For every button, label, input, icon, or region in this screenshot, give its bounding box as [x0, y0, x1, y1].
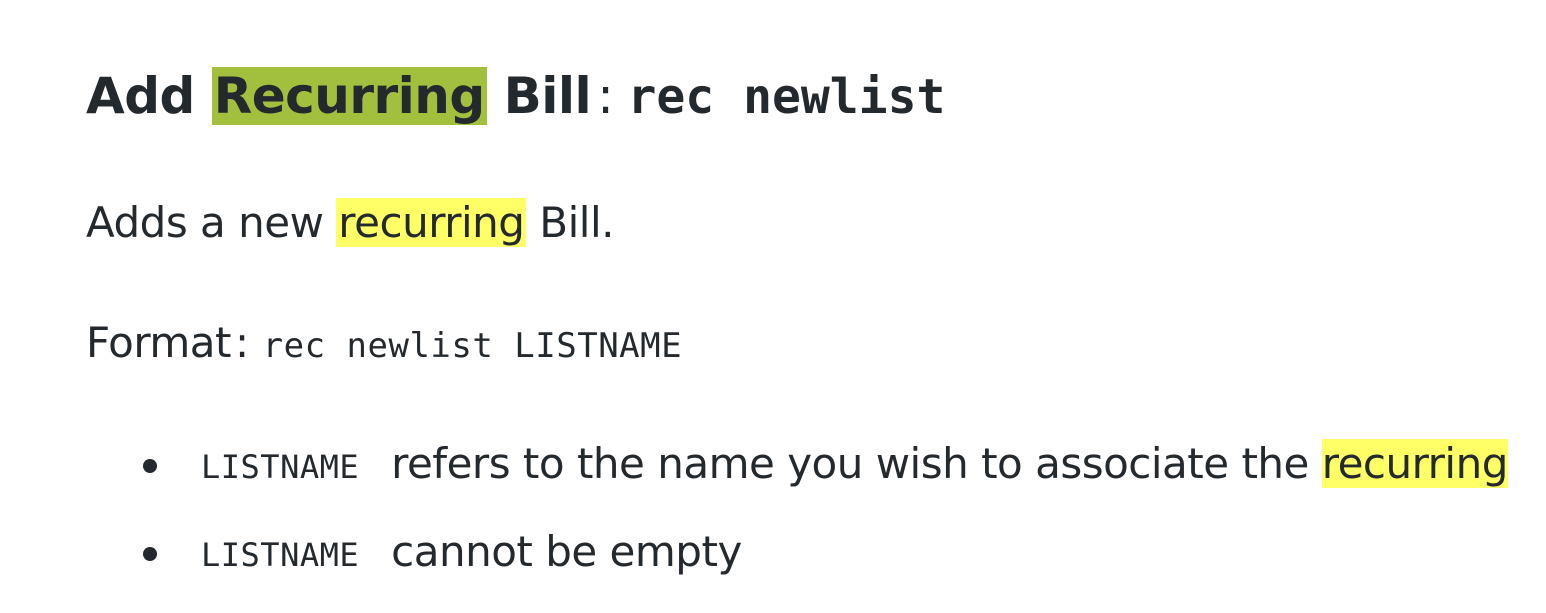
parameter-code: LISTNAME — [201, 448, 360, 486]
active-search-match: Recurring — [211, 67, 487, 125]
parameter-list: LISTNAME refers to the name you wish to a… — [0, 434, 1546, 610]
format-label: Format — [86, 318, 232, 367]
format-colon: : — [235, 318, 249, 367]
heading-prefix: Add — [86, 67, 212, 125]
list-item-content: LISTNAME cannot be empty — [201, 522, 742, 585]
bullet-icon — [143, 547, 157, 561]
list-item: LISTNAME cannot be empty — [0, 522, 1546, 610]
parameter-code: LISTNAME — [201, 536, 360, 574]
search-match: recurring — [336, 198, 527, 247]
heading-colon: : — [597, 67, 614, 125]
list-item-content: LISTNAME refers to the name you wish to a… — [201, 434, 1508, 497]
format-line: Format: rec newlist LISTNAME — [86, 314, 682, 375]
heading-suffix: Bill — [486, 67, 592, 125]
description-prefix: Adds a new — [86, 198, 337, 247]
heading-command: rec newlist — [627, 69, 946, 125]
bullet-icon — [143, 459, 157, 473]
list-item-text: cannot be empty — [391, 527, 742, 576]
list-item-text: refers to the name you wish to associate… — [391, 439, 1322, 488]
list-item: LISTNAME refers to the name you wish to a… — [0, 434, 1546, 522]
page-heading: Add Recurring Bill: rec newlist — [86, 60, 945, 133]
format-command: rec newlist LISTNAME — [262, 326, 683, 366]
search-match: recurring — [1321, 439, 1508, 488]
description-suffix: Bill. — [526, 198, 614, 247]
description: Adds a new recurring Bill. — [86, 194, 614, 252]
